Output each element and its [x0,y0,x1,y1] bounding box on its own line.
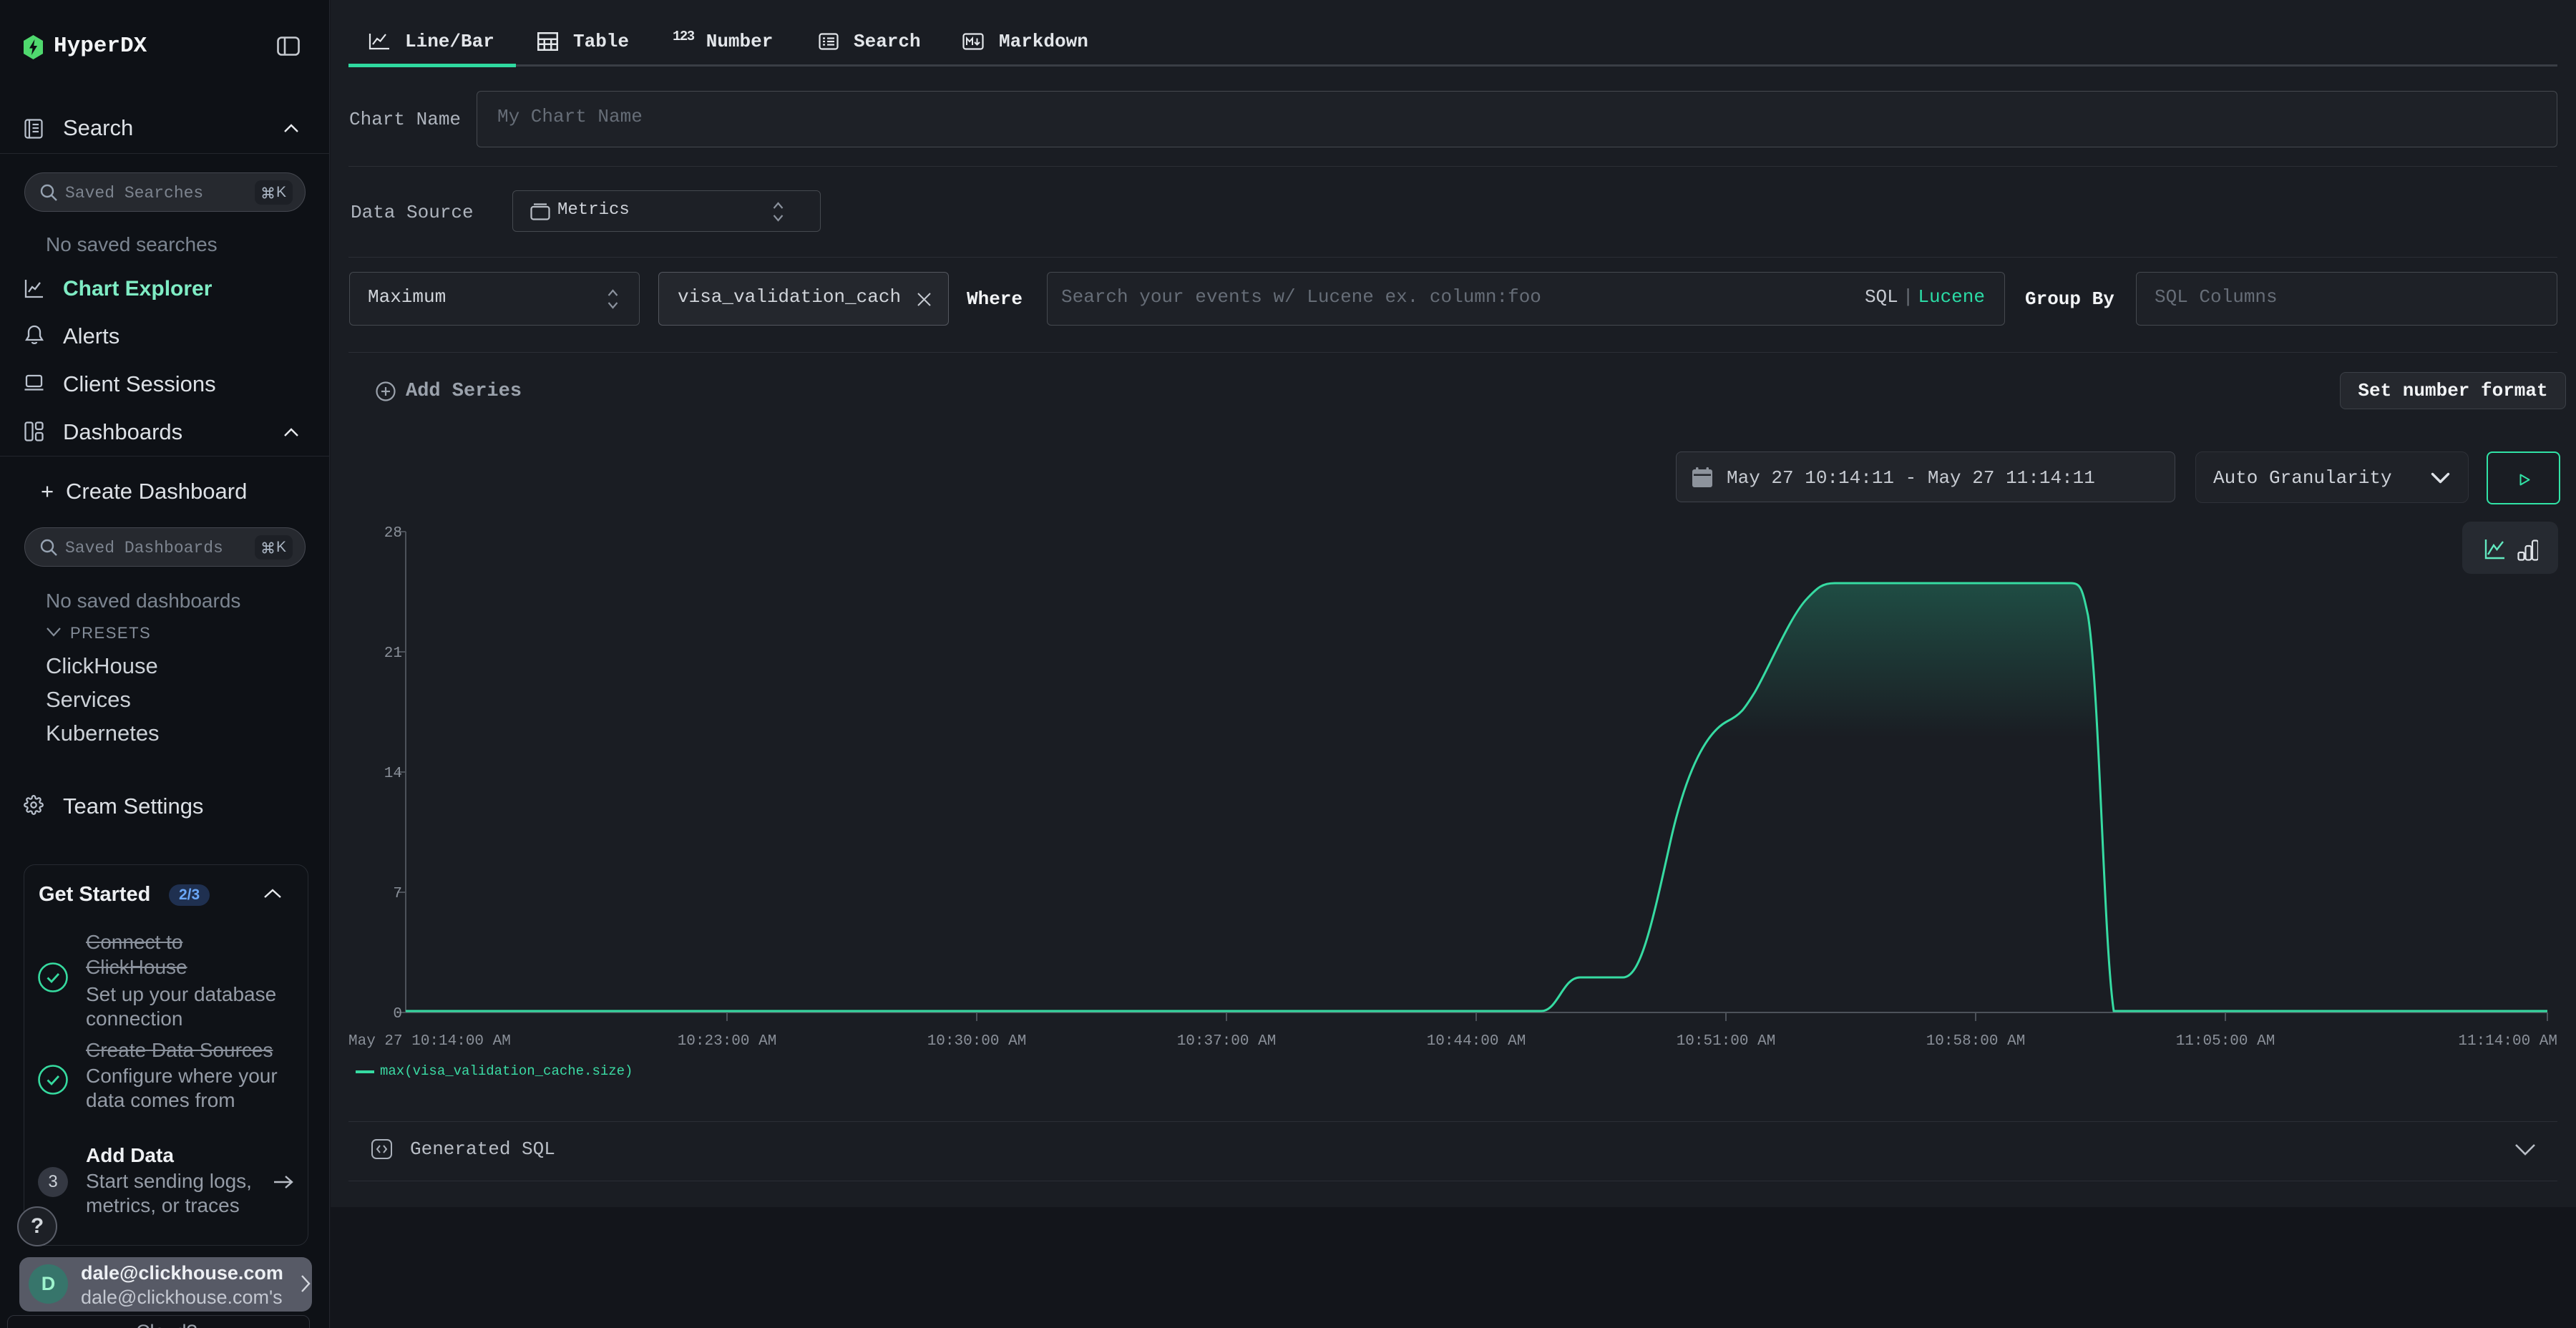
svg-text:21: 21 [384,645,402,662]
svg-text:28: 28 [384,525,402,542]
svg-text:10:23:00 AM: 10:23:00 AM [678,1033,777,1050]
svg-text:May 27 10:14:00 AM: May 27 10:14:00 AM [348,1033,511,1050]
svg-text:10:30:00 AM: 10:30:00 AM [927,1033,1027,1050]
svg-text:10:51:00 AM: 10:51:00 AM [1677,1033,1776,1050]
svg-text:10:44:00 AM: 10:44:00 AM [1427,1033,1526,1050]
svg-text:11:14:00 AM: 11:14:00 AM [2458,1033,2557,1050]
svg-text:11:05:00 AM: 11:05:00 AM [2176,1033,2275,1050]
svg-text:14: 14 [384,766,402,782]
svg-text:10:37:00 AM: 10:37:00 AM [1177,1033,1277,1050]
svg-text:7: 7 [393,886,402,902]
svg-text:10:58:00 AM: 10:58:00 AM [1926,1033,2026,1050]
svg-text:0: 0 [393,1006,402,1022]
